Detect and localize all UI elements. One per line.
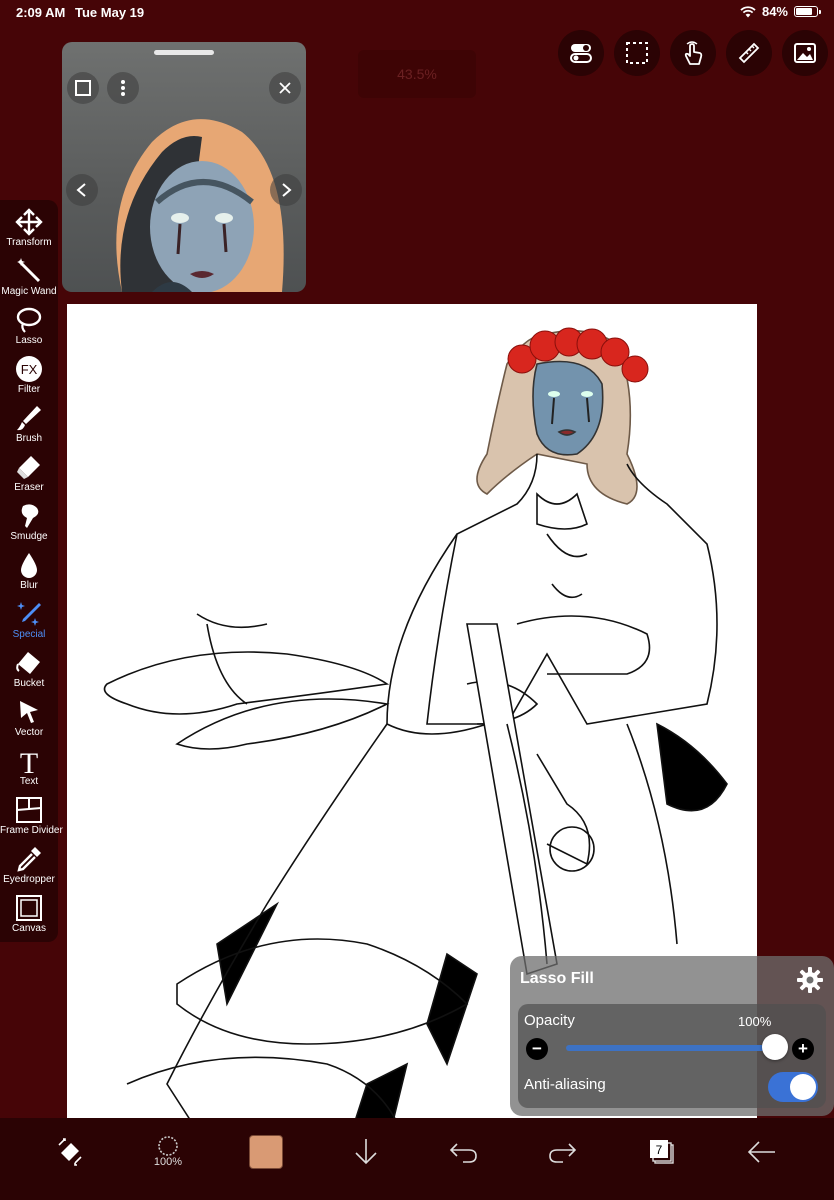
- status-time: 2:09 AM: [16, 5, 66, 20]
- quick-tool-button[interactable]: [50, 1132, 90, 1172]
- current-color-swatch: [249, 1135, 283, 1169]
- tool-bucket[interactable]: Bucket: [0, 649, 58, 697]
- reference-frame-button[interactable]: [67, 72, 99, 104]
- tool-transform[interactable]: Transform: [0, 208, 58, 256]
- image-icon: [794, 43, 816, 63]
- ruler-icon: [738, 42, 760, 64]
- tool-frame-divider[interactable]: Frame Divider: [0, 796, 63, 844]
- lasso-fill-settings: Opacity 100% − + Anti-aliasing: [518, 1004, 826, 1108]
- reference-image: [116, 119, 284, 292]
- status-bar: 2:09 AM Tue May 19 84%: [0, 0, 834, 24]
- tool-lasso[interactable]: Lasso: [0, 306, 58, 354]
- sparkle-pen-icon: [17, 602, 41, 626]
- selection-button[interactable]: [614, 30, 660, 76]
- panel-title: Lasso Fill: [520, 970, 594, 987]
- opacity-slider[interactable]: [566, 1045, 776, 1051]
- tool-text[interactable]: T Text: [0, 747, 58, 795]
- zoom-readout: 43.5%: [358, 50, 476, 98]
- tool-canvas[interactable]: Canvas: [0, 894, 58, 942]
- drop-icon: [21, 553, 37, 578]
- tool-eyedropper[interactable]: Eyedropper: [0, 845, 58, 893]
- eraser-swap-icon: [58, 1138, 82, 1166]
- anti-aliasing-toggle[interactable]: [768, 1072, 818, 1102]
- svg-text:T: T: [20, 747, 38, 775]
- smudge-icon: [21, 504, 39, 528]
- gear-icon: [797, 967, 823, 993]
- wifi-icon: [740, 5, 756, 17]
- brush-icon: [17, 406, 41, 431]
- cursor-icon: [20, 701, 38, 723]
- brush-size-button[interactable]: 100%: [148, 1132, 188, 1172]
- reference-more-button[interactable]: [107, 72, 139, 104]
- close-icon: [279, 82, 291, 94]
- layer-count: 7: [656, 1143, 663, 1157]
- reference-close-button[interactable]: [269, 72, 301, 104]
- tool-blur[interactable]: Blur: [0, 551, 58, 599]
- arrow-down-icon: [355, 1139, 377, 1165]
- status-date: Tue May 19: [75, 5, 145, 20]
- frame-divider-icon: [16, 797, 42, 823]
- eraser-icon: [17, 456, 40, 479]
- opacity-increase-button[interactable]: +: [792, 1038, 814, 1060]
- gallery-button[interactable]: [782, 30, 828, 76]
- lasso-fill-panel: Lasso Fill Opacity 100% − + Anti-aliasin…: [510, 956, 834, 1116]
- settings-button[interactable]: [796, 966, 824, 999]
- hand-icon: [684, 41, 703, 65]
- tool-smudge[interactable]: Smudge: [0, 502, 58, 550]
- color-button[interactable]: [246, 1132, 286, 1172]
- tool-magic-wand[interactable]: Magic Wand: [0, 257, 58, 305]
- reference-window[interactable]: [62, 42, 306, 292]
- anti-aliasing-label: Anti-aliasing: [524, 1076, 606, 1093]
- opacity-value: 100%: [738, 1014, 772, 1029]
- svg-text:FX: FX: [21, 362, 38, 377]
- tool-vector[interactable]: Vector: [0, 698, 58, 746]
- reference-next-button[interactable]: [270, 174, 302, 206]
- battery-percent: 84%: [761, 4, 788, 19]
- top-toolbar: [558, 30, 828, 76]
- battery-icon: [794, 6, 821, 17]
- tool-eraser[interactable]: Eraser: [0, 453, 58, 501]
- switch-icon: [570, 44, 592, 63]
- eyedropper-icon: [17, 847, 41, 872]
- brush-size-value: 100%: [153, 1156, 183, 1168]
- fx-icon: FX: [16, 356, 42, 382]
- tool-brush[interactable]: Brush: [0, 404, 58, 452]
- more-vertical-icon: [121, 80, 125, 96]
- tool-special[interactable]: Special: [0, 600, 58, 648]
- chevron-right-icon: [282, 183, 292, 197]
- chevron-left-icon: [76, 183, 86, 197]
- brush-tip-icon: [158, 1136, 178, 1156]
- square-icon: [75, 80, 91, 96]
- tool-panel: Transform Magic Wand Lasso FX Filter Bru…: [0, 200, 63, 942]
- layers-button[interactable]: 7: [642, 1132, 682, 1172]
- opacity-decrease-button[interactable]: −: [526, 1038, 548, 1060]
- undo-icon: [449, 1143, 477, 1163]
- bottom-toolbar: 100% 7: [0, 1118, 834, 1200]
- gesture-button[interactable]: [670, 30, 716, 76]
- arrow-left-icon: [747, 1141, 775, 1163]
- move-arrows-icon: [15, 208, 43, 236]
- lasso-icon: [16, 307, 42, 333]
- opacity-slider-knob[interactable]: [762, 1034, 788, 1060]
- text-icon: T: [20, 747, 38, 775]
- canvas-icon: [16, 895, 42, 921]
- dashed-rect-icon: [626, 42, 648, 64]
- drag-handle[interactable]: [154, 50, 214, 55]
- toggle-panel-button[interactable]: [558, 30, 604, 76]
- ruler-button[interactable]: [726, 30, 772, 76]
- reference-prev-button[interactable]: [66, 174, 98, 206]
- bucket-icon: [16, 652, 40, 674]
- undo-button[interactable]: [444, 1132, 484, 1172]
- download-button[interactable]: [346, 1132, 386, 1172]
- magic-wand-icon: [17, 258, 41, 283]
- redo-button[interactable]: [542, 1132, 582, 1172]
- tool-filter[interactable]: FX Filter: [0, 355, 58, 403]
- layers-icon: 7: [650, 1140, 674, 1164]
- opacity-label: Opacity: [524, 1012, 575, 1029]
- redo-icon: [549, 1143, 577, 1163]
- back-button[interactable]: [742, 1132, 782, 1172]
